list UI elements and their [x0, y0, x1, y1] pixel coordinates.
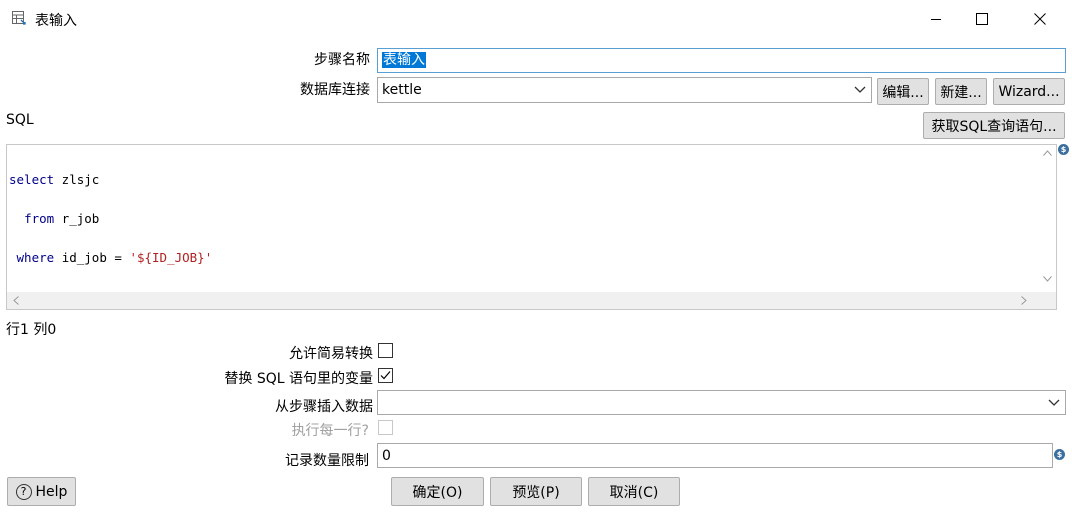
cursor-position: 行1 列0 [6, 322, 57, 338]
checkmark-icon [380, 371, 391, 380]
lazy-conversion-checkbox[interactable] [378, 343, 393, 358]
scroll-down-icon[interactable] [1043, 276, 1052, 282]
scroll-right-icon[interactable] [1021, 296, 1027, 305]
sql-line-1: select zlsjc [9, 172, 100, 187]
chevron-down-icon [1048, 391, 1060, 414]
get-sql-button[interactable]: 获取SQL查询语句... [923, 112, 1065, 139]
limit-label: 记录数量限制 [285, 453, 369, 469]
new-connection-button[interactable]: 新建... [935, 78, 987, 105]
close-icon [1034, 13, 1046, 25]
connection-select[interactable]: kettle [377, 77, 872, 103]
cancel-button[interactable]: 取消(C) [588, 477, 680, 506]
sql-line-3: where id_job = '${ID_JOB}' [16, 250, 213, 265]
step-name-value: 表输入 [382, 52, 426, 68]
lazy-conversion-label: 允许简易转换 [289, 346, 373, 362]
execute-each-row-checkbox[interactable] [378, 420, 393, 435]
connection-value: kettle [382, 82, 422, 98]
limit-input[interactable]: 0 [377, 443, 1053, 468]
help-icon: ? [15, 483, 32, 500]
limit-value: 0 [382, 448, 391, 464]
edit-connection-button[interactable]: 编辑... [877, 78, 929, 105]
insert-from-step-select[interactable] [377, 390, 1066, 415]
table-input-icon [12, 11, 26, 25]
step-name-label: 步骤名称 [314, 52, 370, 68]
sql-code[interactable]: select zlsjc from r_job where id_job = '… [9, 147, 212, 290]
window-title: 表输入 [35, 13, 77, 29]
insert-from-step-label: 从步骤插入数据 [275, 399, 373, 415]
ok-button[interactable]: 确定(O) [391, 477, 484, 506]
connection-label: 数据库连接 [300, 82, 370, 98]
replace-variables-label: 替换 SQL 语句里的变量 [224, 371, 373, 387]
scroll-up-icon[interactable] [1043, 150, 1052, 156]
scroll-left-icon[interactable] [13, 296, 19, 305]
minimize-icon [931, 19, 941, 20]
title-bar: 表输入 [0, 0, 1072, 38]
chevron-down-icon [854, 78, 866, 102]
sql-editor[interactable]: select zlsjc from r_job where id_job = '… [6, 144, 1057, 310]
maximize-icon [976, 13, 988, 25]
sql-line-2: from r_job [24, 211, 100, 226]
wizard-button[interactable]: Wizard... [993, 78, 1065, 105]
execute-each-row-label: 执行每一行? [291, 423, 369, 439]
help-label: Help [35, 483, 68, 500]
step-name-input[interactable]: 表输入 [377, 48, 1066, 73]
horizontal-scrollbar[interactable] [7, 292, 1056, 309]
close-button[interactable] [1017, 0, 1063, 38]
help-button[interactable]: ? Help [7, 477, 76, 506]
replace-variables-checkbox[interactable] [378, 368, 393, 383]
preview-button[interactable]: 预览(P) [490, 477, 582, 506]
dollar-variable-icon: $ [1054, 449, 1065, 460]
vertical-scrollbar[interactable] [1039, 145, 1056, 292]
dollar-variable-icon: $ [1058, 144, 1069, 155]
sql-label: SQL [6, 112, 34, 128]
minimize-button[interactable] [913, 0, 959, 38]
maximize-button[interactable] [959, 0, 1005, 38]
